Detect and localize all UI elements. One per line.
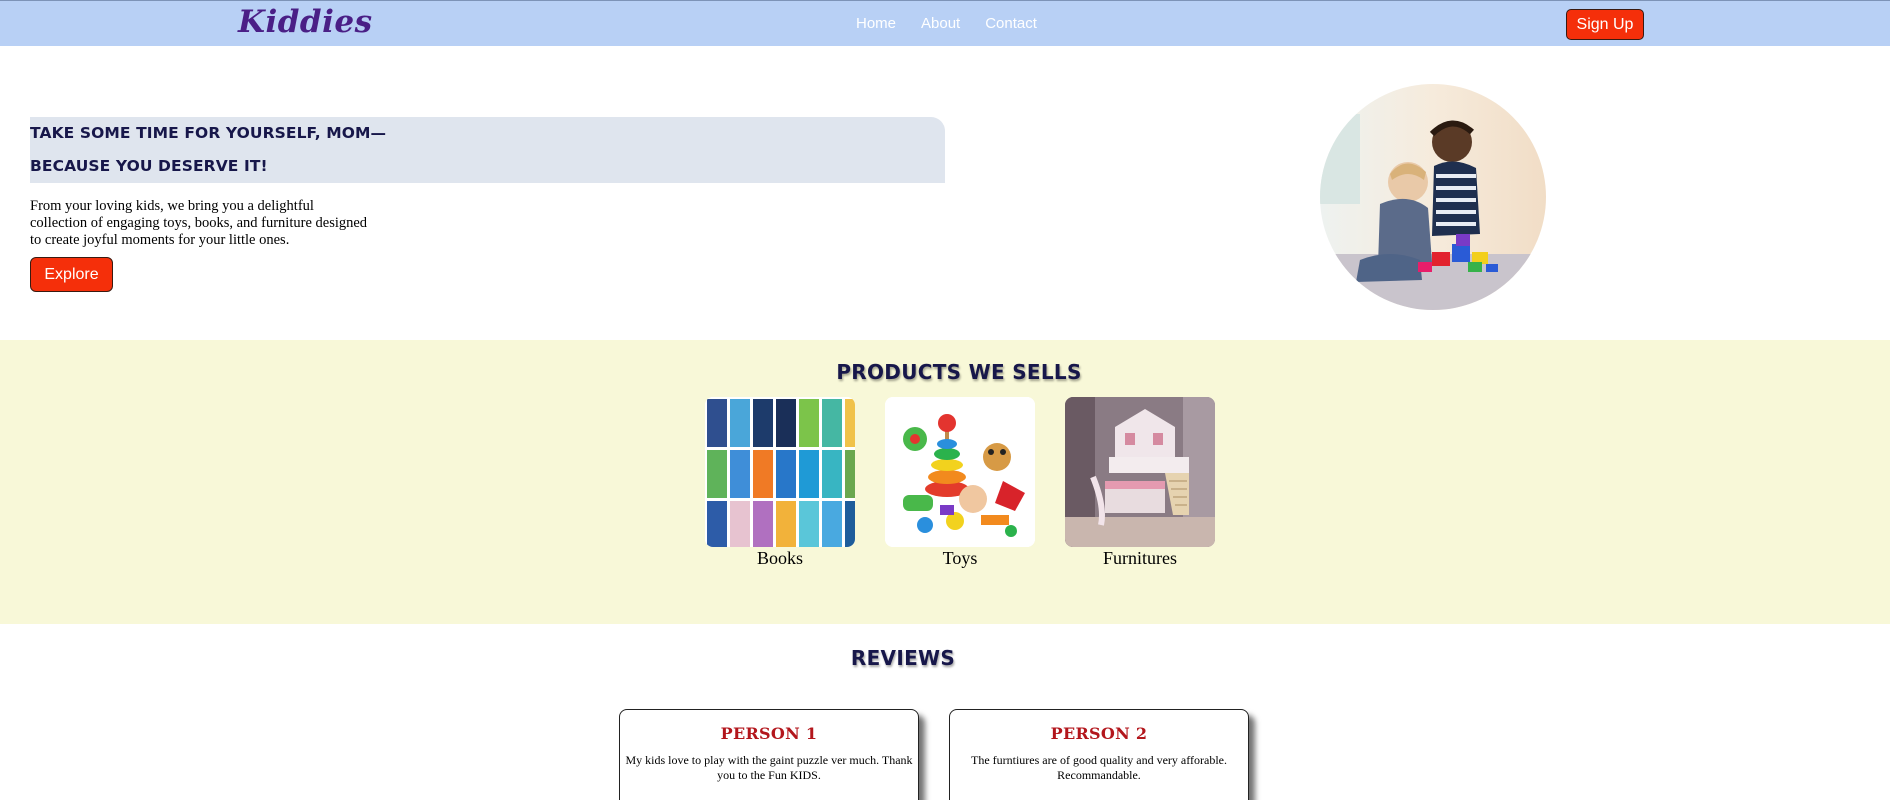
product-card-furnitures[interactable]: Furnitures: [1065, 397, 1215, 569]
nav-links: Home About Contact: [856, 15, 1062, 32]
review-text: My kids love to play with the gaint puzz…: [625, 753, 913, 782]
signup-button[interactable]: Sign Up: [1566, 9, 1644, 40]
nav-link-contact[interactable]: Contact: [985, 15, 1037, 32]
books-image: [705, 397, 855, 547]
products-section: PRODUCTS WE SELLS Books Toys Furnitures: [0, 340, 1890, 624]
products-title: PRODUCTS WE SELLS: [836, 360, 1082, 384]
nav-link-home[interactable]: Home: [856, 15, 896, 32]
product-card-books[interactable]: Books: [705, 397, 855, 569]
hero-image-kids-playing: [1320, 84, 1546, 310]
product-card-toys[interactable]: Toys: [885, 397, 1035, 569]
toys-image: [885, 397, 1035, 547]
hero-heading-line-1: TAKE SOME TIME FOR YOURSELF, MOM—: [30, 124, 387, 142]
review-text: The furntiures are of good quality and v…: [970, 753, 1227, 782]
explore-button[interactable]: Explore: [30, 257, 113, 292]
furnitures-image: [1065, 397, 1215, 547]
reviews-title: REVIEWS: [850, 646, 956, 670]
review-card-1: PERSON 1 My kids love to play with the g…: [619, 709, 919, 800]
navbar: Kiddies Home About Contact Sign Up: [0, 0, 1890, 46]
hero-description: From your loving kids, we bring you a de…: [30, 198, 368, 248]
review-card-2: PERSON 2 The furntiures are of good qual…: [949, 709, 1249, 800]
product-label-books: Books: [756, 548, 803, 568]
site-logo[interactable]: Kiddies: [238, 4, 373, 40]
reviewer-name: PERSON 2: [1050, 724, 1148, 743]
hero-heading-line-2: BECAUSE YOU DESERVE IT!: [30, 157, 268, 175]
product-label-furnitures: Furnitures: [1103, 548, 1177, 568]
reviewer-name: PERSON 1: [720, 724, 818, 743]
nav-link-about[interactable]: About: [921, 15, 960, 32]
product-label-toys: Toys: [942, 548, 978, 568]
